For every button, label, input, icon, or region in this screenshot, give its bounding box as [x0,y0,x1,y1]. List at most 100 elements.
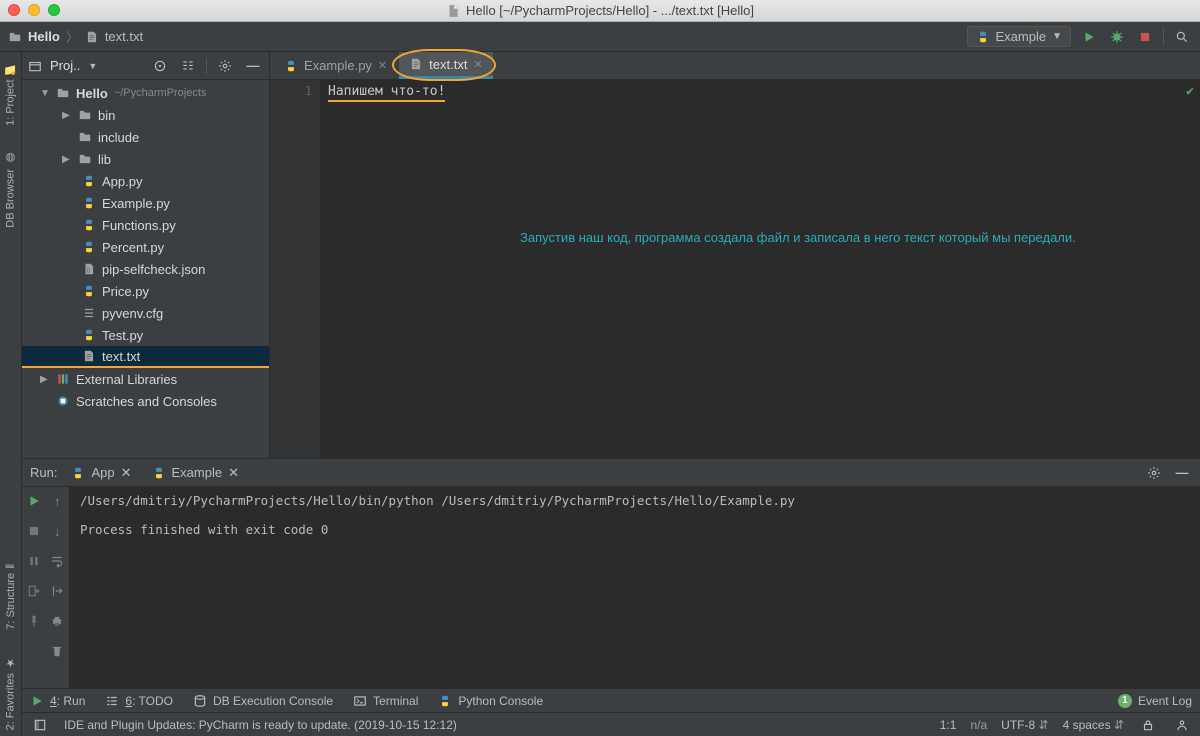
close-icon[interactable]: ✕ [228,465,239,481]
editor-content[interactable]: Напишем что-то! ✔ Запустив наш код, прог… [320,80,1200,458]
tree-folder-lib[interactable]: ▶lib [22,148,269,170]
locate-file-button[interactable] [150,56,170,76]
tool-windows-toggle-icon[interactable] [30,715,50,735]
tree-file[interactable]: {}pip-selfcheck.json [22,258,269,280]
hide-panel-button[interactable]: — [1172,463,1192,483]
project-tree: ▼ Hello ~/PycharmProjects ▶bin include ▶… [22,80,269,458]
close-window-icon[interactable] [8,4,20,16]
bottom-tab-run[interactable]: 4: Run [30,694,85,708]
minimize-window-icon[interactable] [28,4,40,16]
gear-icon[interactable] [1144,463,1164,483]
status-message[interactable]: IDE and Plugin Updates: PyCharm is ready… [64,718,457,732]
bottom-tab-python-console[interactable]: Python Console [438,694,543,708]
bottom-tab-event-log[interactable]: 1Event Log [1118,694,1192,708]
run-button[interactable] [1079,27,1099,47]
tree-file[interactable]: App.py [22,170,269,192]
hide-panel-button[interactable]: — [243,56,263,76]
tree-file[interactable]: Functions.py [22,214,269,236]
zoom-window-icon[interactable] [48,4,60,16]
window-controls [8,4,60,16]
tree-file-text-txt[interactable]: text.txt [22,346,269,368]
project-panel-title[interactable]: Proj.. [50,58,80,73]
tree-folder-include[interactable]: include [22,126,269,148]
tree-file[interactable]: Test.py [22,324,269,346]
stop-button[interactable] [24,521,44,541]
python-file-icon [82,174,96,188]
python-file-icon [82,218,96,232]
bottom-tab-todo[interactable]: 6: TODO [105,694,173,708]
python-icon [438,694,452,708]
tree-file[interactable]: Example.py [22,192,269,214]
structure-tool-tab[interactable]: 7: Structure⦀ [3,558,19,636]
run-configuration-dropdown[interactable]: Example ▼ [967,26,1071,47]
tree-file[interactable]: pyvenv.cfg [22,302,269,324]
tree-scratches[interactable]: Scratches and Consoles [22,390,269,412]
python-file-icon [82,196,96,210]
breadcrumb-file[interactable]: text.txt [105,29,143,44]
inspection-ok-icon[interactable]: ✔ [1186,84,1194,99]
run-tab-example[interactable]: Example✕ [146,463,245,483]
close-tab-icon[interactable]: ✕ [473,58,482,71]
python-file-icon [82,240,96,254]
library-icon [56,372,70,386]
exit-button[interactable] [24,581,44,601]
tree-root-name: Hello [76,86,108,101]
gear-icon[interactable] [215,56,235,76]
database-icon [193,694,207,708]
console-line: Process finished with exit code 0 [80,522,1190,537]
pause-button[interactable] [24,551,44,571]
search-everywhere-button[interactable] [1172,27,1192,47]
pin-button[interactable] [24,611,44,631]
svg-text:{}: {} [87,268,91,274]
down-button[interactable]: ↓ [47,521,67,541]
close-tab-icon[interactable]: ✕ [378,59,387,72]
caret-right-icon: ▶ [62,154,72,165]
indent-selector[interactable]: 4 spaces ⇵ [1063,718,1124,732]
notification-badge: 1 [1118,694,1132,708]
star-icon: ★ [4,656,17,669]
lock-icon[interactable] [1138,715,1158,735]
soft-wrap-button[interactable] [47,551,67,571]
run-tool-window: Run: App✕ Example✕ — [22,458,1200,688]
db-browser-tool-tab[interactable]: DB Browser◍ [2,146,19,234]
caret-position[interactable]: 1:1 [940,718,957,732]
rerun-button[interactable] [24,491,44,511]
scratches-icon [56,394,70,408]
project-tool-tab[interactable]: 1: Project📁 [2,56,19,132]
collapse-all-button[interactable] [178,56,198,76]
editor-tab-text-txt[interactable]: text.txt ✕ [399,52,493,79]
status-bar: IDE and Plugin Updates: PyCharm is ready… [22,712,1200,736]
tree-file[interactable]: Percent.py [22,236,269,258]
project-panel-header: Proj.. ▼ — [22,52,269,80]
up-button[interactable]: ↑ [47,491,67,511]
close-icon[interactable]: ✕ [121,465,132,481]
tree-file[interactable]: Price.py [22,280,269,302]
breadcrumb-project[interactable]: Hello [28,29,60,44]
text-file-icon [409,57,423,71]
tree-folder-bin[interactable]: ▶bin [22,104,269,126]
ide-person-icon[interactable] [1172,715,1192,735]
editor-tab-example-py[interactable]: Example.py ✕ [274,52,397,79]
status-na[interactable]: n/a [970,718,987,732]
python-file-icon [82,328,96,342]
scroll-to-end-button[interactable] [47,581,67,601]
editor-tabs: Example.py ✕ text.txt ✕ [270,52,1200,80]
print-button[interactable] [47,611,67,631]
folder-icon [8,30,22,44]
encoding-selector[interactable]: UTF-8 ⇵ [1001,718,1048,732]
tree-external-libraries[interactable]: ▶External Libraries [22,368,269,390]
favorites-tool-tab[interactable]: 2: Favorites★ [2,650,19,736]
stop-button[interactable] [1135,27,1155,47]
chevron-down-icon[interactable]: ▼ [88,61,97,71]
run-console-output[interactable]: /Users/dmitriy/PycharmProjects/Hello/bin… [70,487,1200,688]
tree-project-root[interactable]: ▼ Hello ~/PycharmProjects [22,82,269,104]
run-tab-app[interactable]: App✕ [65,463,137,483]
folder-icon [78,130,92,144]
bottom-tab-terminal[interactable]: Terminal [353,694,418,708]
trash-button[interactable] [47,641,67,661]
bottom-tab-db-console[interactable]: DB Execution Console [193,694,333,708]
debug-button[interactable] [1107,27,1127,47]
chevron-updown-icon: ⇵ [1114,718,1124,732]
run-tool-title: Run: [30,465,57,480]
text-file-icon [82,349,96,363]
